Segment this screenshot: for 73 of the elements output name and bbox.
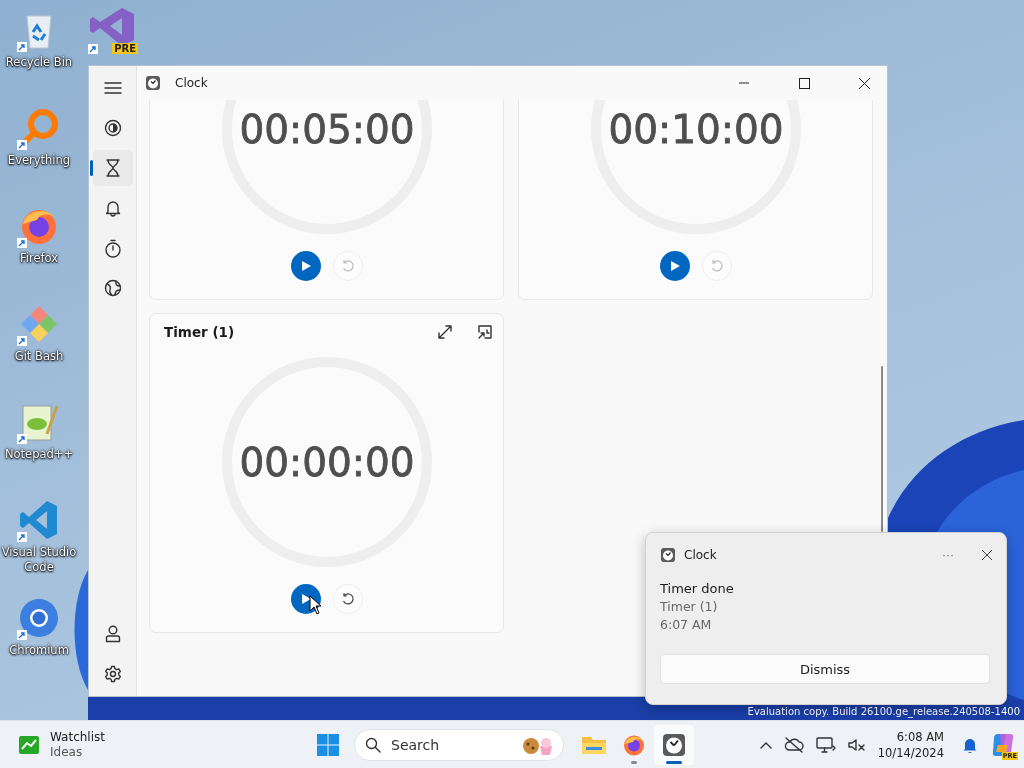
icon-label[interactable]: Everything: [1, 153, 77, 168]
settings-icon[interactable]: [103, 665, 122, 683]
clock-app-icon: [660, 547, 676, 563]
preview-badge: PRE: [112, 43, 138, 54]
play-button[interactable]: [291, 251, 321, 281]
clock-app-icon: [145, 75, 161, 91]
taskbar-app-button[interactable]: [654, 724, 694, 765]
shortcut-arrow-icon: [17, 630, 27, 640]
icon-label[interactable]: Visual Studio Code: [1, 545, 77, 575]
widget-subtitle: Ideas: [50, 744, 84, 760]
scrollbar[interactable]: [881, 366, 883, 532]
reset-button[interactable]: [333, 584, 363, 614]
timer-time: 00:00:00: [239, 439, 415, 485]
hourglass-icon[interactable]: [104, 159, 121, 177]
search-field[interactable]: Search: [389, 735, 513, 754]
close-icon: [858, 77, 870, 89]
clock-date-text[interactable]: 6:08 AM 10/14/2024: [877, 728, 944, 761]
speaker-muted-icon[interactable]: [847, 736, 866, 753]
play-icon: [300, 260, 312, 272]
copilot-icon[interactable]: [990, 731, 1016, 758]
stock-chart-icon[interactable]: [18, 734, 40, 755]
shortcut-arrow-icon: [88, 44, 98, 54]
play-button[interactable]: [660, 251, 690, 281]
shortcut-arrow-icon: [17, 336, 27, 346]
play-icon: [669, 260, 681, 272]
icon-label[interactable]: Chromium: [1, 643, 77, 658]
clock-icon: [662, 732, 686, 757]
icon-label[interactable]: Firefox: [1, 251, 77, 266]
timer-title: Timer (1): [164, 324, 236, 340]
reset-icon: [710, 259, 724, 273]
search-bar[interactable]: Search: [354, 728, 564, 761]
stopwatch-icon[interactable]: [103, 238, 122, 258]
icon-label[interactable]: Git Bash: [1, 349, 77, 364]
icon-label[interactable]: Notepad++: [1, 447, 77, 462]
dismiss-button[interactable]: Dismiss: [660, 654, 990, 684]
globe-icon[interactable]: [103, 279, 122, 297]
watermark-text: Evaluation copy. Build 26100.ge_release.240508-1400: [747, 706, 1020, 717]
shortcut-arrow-icon: [17, 532, 27, 542]
windows-logo-icon: [317, 733, 339, 756]
nav-button[interactable]: [92, 150, 133, 186]
chromium-icon[interactable]: [17, 596, 61, 640]
maximize-icon: [798, 77, 810, 89]
timer-time: 00:05:00: [239, 106, 415, 152]
widget-title[interactable]: Watchlist: [50, 729, 105, 745]
app-name: Clock: [684, 548, 718, 562]
visual-studio-icon[interactable]: [88, 6, 136, 46]
minimize-icon: [739, 82, 749, 84]
notification-text: Timer (1): [660, 599, 719, 614]
expand-icon[interactable]: [437, 324, 453, 340]
icon-label[interactable]: Recycle Bin: [1, 55, 77, 70]
play-icon: [300, 593, 312, 605]
pin-window-icon[interactable]: [477, 324, 493, 340]
notification-title: Timer done: [660, 581, 735, 596]
reset-icon: [341, 592, 355, 606]
close-button[interactable]: [982, 550, 992, 560]
shortcut-arrow-icon: [17, 42, 27, 52]
timer-time: 00:10:00: [608, 106, 784, 152]
monitor-icon[interactable]: [815, 735, 836, 754]
more-button[interactable]: ···: [942, 548, 954, 562]
cloud-off-icon[interactable]: [783, 736, 804, 753]
shortcut-arrow-icon: [17, 434, 27, 444]
reset-icon: [341, 259, 355, 273]
focus-icon[interactable]: [103, 119, 122, 137]
shortcut-arrow-icon: [17, 238, 27, 248]
notification-text: 6:07 AM: [660, 617, 713, 632]
person-icon[interactable]: [104, 625, 121, 643]
menu-icon[interactable]: [103, 81, 122, 95]
chevron-up-icon[interactable]: [759, 740, 772, 749]
bell-icon[interactable]: [104, 199, 121, 217]
window-title: Clock: [175, 76, 209, 90]
shortcut-arrow-icon: [17, 140, 27, 150]
close-icon: [982, 550, 992, 560]
search-icon: [365, 736, 381, 753]
